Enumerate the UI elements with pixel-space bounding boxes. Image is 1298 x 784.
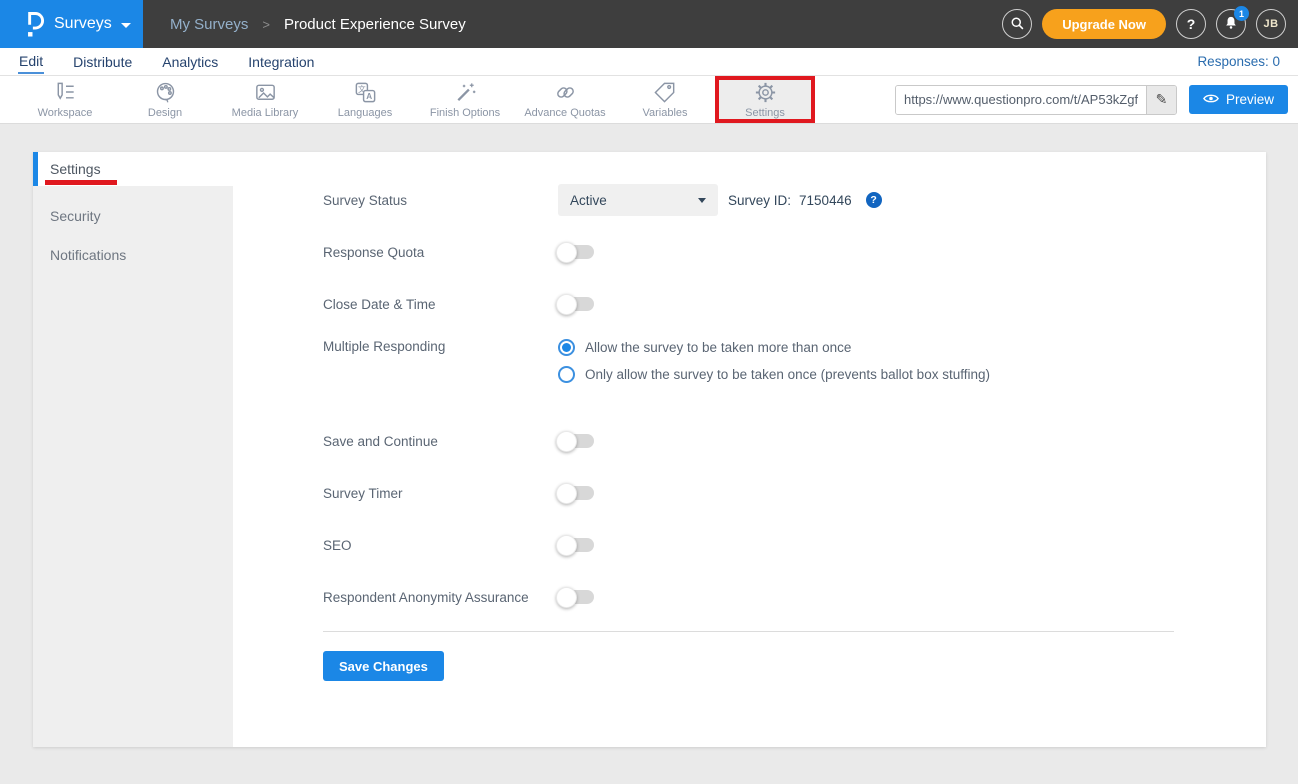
- app-name: Surveys: [54, 15, 112, 33]
- eye-icon: [1203, 92, 1219, 107]
- tab-distribute[interactable]: Distribute: [72, 51, 133, 73]
- breadcrumb-separator: >: [262, 17, 270, 32]
- preview-button[interactable]: Preview: [1189, 85, 1288, 114]
- notification-count-badge: 1: [1234, 6, 1249, 21]
- close-date-row: Close Date & Time: [323, 278, 1266, 330]
- response-quota-toggle[interactable]: [558, 245, 594, 259]
- toolbar-item-workspace[interactable]: Workspace: [15, 76, 115, 123]
- design-icon: [153, 80, 178, 105]
- edit-toolbar: Workspace Design Media Library 文: [0, 76, 1298, 124]
- response-quota-label: Response Quota: [323, 245, 558, 260]
- survey-id-help-icon[interactable]: ?: [866, 192, 882, 208]
- form-divider: [323, 631, 1174, 632]
- sidebar-item-settings[interactable]: Settings: [33, 152, 233, 186]
- svg-text:A: A: [366, 92, 372, 101]
- toggle-knob: [556, 294, 577, 315]
- save-continue-toggle[interactable]: [558, 434, 594, 448]
- survey-id-value: 7150446: [799, 193, 852, 208]
- multiple-responding-label: Multiple Responding: [323, 339, 558, 354]
- seo-toggle[interactable]: [558, 538, 594, 552]
- red-annotation-underline: [45, 180, 117, 185]
- settings-card: Settings Security Notifications Survey S…: [33, 152, 1266, 747]
- chevron-down-icon: [698, 198, 706, 203]
- toggle-knob: [556, 431, 577, 452]
- search-icon: [1009, 15, 1025, 34]
- save-continue-row: Save and Continue: [323, 415, 1266, 467]
- notifications-button[interactable]: 1: [1216, 9, 1246, 39]
- sidebar-item-notifications[interactable]: Notifications: [33, 235, 233, 274]
- save-changes-button[interactable]: Save Changes: [323, 651, 444, 681]
- avatar-initials: JB: [1263, 18, 1278, 30]
- breadcrumb-my-surveys[interactable]: My Surveys: [170, 16, 248, 33]
- seo-label: SEO: [323, 538, 558, 553]
- upgrade-now-button[interactable]: Upgrade Now: [1042, 9, 1166, 39]
- help-button[interactable]: ?: [1176, 9, 1206, 39]
- toggle-knob: [556, 587, 577, 608]
- multiple-responding-row: Multiple Responding Allow the survey to …: [323, 330, 1266, 415]
- toolbar-item-languages[interactable]: 文 A Languages: [315, 76, 415, 123]
- anonymity-label: Respondent Anonymity Assurance: [323, 590, 558, 605]
- toggle-knob: [556, 483, 577, 504]
- survey-timer-toggle[interactable]: [558, 486, 594, 500]
- survey-status-select[interactable]: Active: [558, 184, 718, 216]
- workspace-icon: [53, 80, 78, 105]
- radio-option-multiple-allowed[interactable]: Allow the survey to be taken more than o…: [558, 339, 990, 356]
- toolbar-item-design[interactable]: Design: [115, 76, 215, 123]
- app-switcher[interactable]: Surveys: [0, 0, 143, 48]
- radio-option-once-only[interactable]: Only allow the survey to be taken once (…: [558, 366, 990, 383]
- save-continue-label: Save and Continue: [323, 434, 558, 449]
- advance-quotas-icon: [553, 80, 578, 105]
- toggle-knob: [556, 535, 577, 556]
- toolbar-item-variables[interactable]: Variables: [615, 76, 715, 123]
- response-quota-row: Response Quota: [323, 226, 1266, 278]
- questionpro-logo-icon: [24, 10, 45, 38]
- breadcrumb-current-survey: Product Experience Survey: [284, 16, 466, 33]
- survey-status-value: Active: [570, 193, 607, 208]
- top-header: Surveys My Surveys > Product Experience …: [0, 0, 1298, 48]
- pencil-icon: ✎: [1156, 91, 1168, 108]
- page-background: Settings Security Notifications Survey S…: [0, 124, 1298, 784]
- settings-form: Survey Status Active Survey ID: 7150446 …: [233, 152, 1266, 747]
- section-tabs: Edit Distribute Analytics Integration Re…: [0, 48, 1298, 76]
- tab-integration[interactable]: Integration: [247, 51, 315, 73]
- survey-id-label: Survey ID:: [728, 193, 791, 208]
- survey-timer-row: Survey Timer: [323, 467, 1266, 519]
- survey-url-box: ✎: [895, 85, 1177, 115]
- responses-count[interactable]: Responses: 0: [1197, 54, 1280, 69]
- anonymity-row: Respondent Anonymity Assurance: [323, 571, 1266, 623]
- survey-url-input[interactable]: [896, 86, 1146, 114]
- close-date-label: Close Date & Time: [323, 297, 558, 312]
- radio-unselected-icon: [558, 366, 575, 383]
- seo-row: SEO: [323, 519, 1266, 571]
- sidebar-item-security[interactable]: Security: [33, 196, 233, 235]
- toggle-knob: [556, 242, 577, 263]
- tab-edit[interactable]: Edit: [18, 50, 44, 74]
- tab-analytics[interactable]: Analytics: [161, 51, 219, 73]
- toolbar-item-settings[interactable]: Settings: [715, 76, 815, 123]
- chevron-down-icon: [121, 23, 131, 28]
- anonymity-toggle[interactable]: [558, 590, 594, 604]
- radio-selected-icon: [558, 339, 575, 356]
- toolbar-item-media-library[interactable]: Media Library: [215, 76, 315, 123]
- breadcrumb: My Surveys > Product Experience Survey: [143, 0, 466, 48]
- sidebar-list: Security Notifications: [33, 186, 233, 747]
- toolbar-item-finish-options[interactable]: Finish Options: [415, 76, 515, 123]
- survey-timer-label: Survey Timer: [323, 486, 558, 501]
- user-avatar[interactable]: JB: [1256, 9, 1286, 39]
- variables-icon: [653, 80, 678, 105]
- media-library-icon: [253, 80, 278, 105]
- close-date-toggle[interactable]: [558, 297, 594, 311]
- edit-url-button[interactable]: ✎: [1146, 86, 1176, 114]
- settings-sidebar: Settings Security Notifications: [33, 152, 233, 747]
- settings-gear-icon: [753, 80, 778, 105]
- languages-icon: 文 A: [353, 80, 378, 105]
- toolbar-item-advance-quotas[interactable]: Advance Quotas: [515, 76, 615, 123]
- finish-options-icon: [453, 80, 478, 105]
- search-button[interactable]: [1002, 9, 1032, 39]
- survey-status-label: Survey Status: [323, 193, 558, 208]
- survey-status-row: Survey Status Active Survey ID: 7150446 …: [323, 174, 1266, 226]
